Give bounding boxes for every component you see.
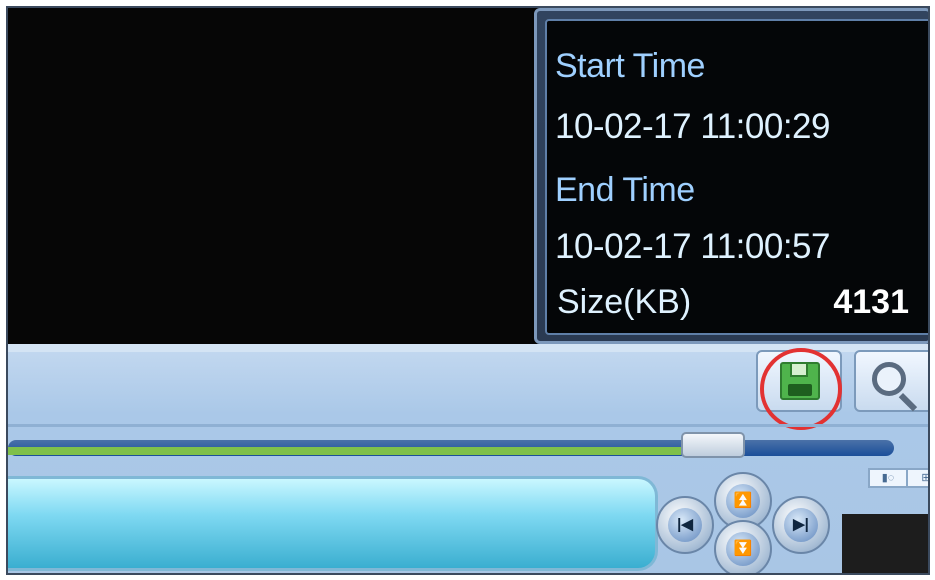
previous-frame-button[interactable]: |◀ [656, 496, 714, 554]
recording-info-panel: Start Time 10-02-17 11:00:29 End Time 10… [534, 8, 928, 344]
size-label: Size(KB) [557, 283, 692, 321]
search-icon [872, 362, 906, 396]
dvr-playback-window: Start Time 10-02-17 11:00:29 End Time 10… [0, 0, 935, 580]
toolbar-divider [8, 424, 928, 427]
start-time-label: Start Time [555, 47, 705, 85]
size-value: 4131 [833, 283, 909, 321]
recording-info-inner: Start Time 10-02-17 11:00:29 End Time 10… [545, 19, 928, 335]
playback-status-bar [8, 476, 658, 571]
start-time-value: 10-02-17 11:00:29 [555, 107, 830, 146]
screen-bezel-corner [842, 514, 928, 573]
previous-icon: |◀ [668, 508, 702, 542]
search-button[interactable] [854, 350, 928, 412]
up-arrow-icon: ⏫ [726, 484, 760, 518]
timeline-slider-handle[interactable] [681, 432, 746, 458]
highlight-circle [760, 348, 842, 430]
end-time-value: 10-02-17 11:00:57 [555, 227, 830, 266]
playback-progress-fill [8, 447, 682, 455]
playback-toolbar: ▮◌ ⊞ |◀ ⏫ ⏬ ▶| [8, 344, 928, 573]
next-frame-button[interactable]: ▶| [772, 496, 830, 554]
down-arrow-icon: ⏬ [726, 532, 760, 566]
speed-down-button[interactable]: ⏬ [714, 520, 772, 573]
grid-mini-button[interactable]: ⊞ [906, 468, 928, 488]
end-time-label: End Time [555, 171, 695, 209]
snapshot-mini-button[interactable]: ▮◌ [868, 468, 908, 488]
video-preview [8, 8, 532, 344]
playback-screen: Start Time 10-02-17 11:00:29 End Time 10… [6, 6, 930, 575]
next-icon: ▶| [784, 508, 818, 542]
